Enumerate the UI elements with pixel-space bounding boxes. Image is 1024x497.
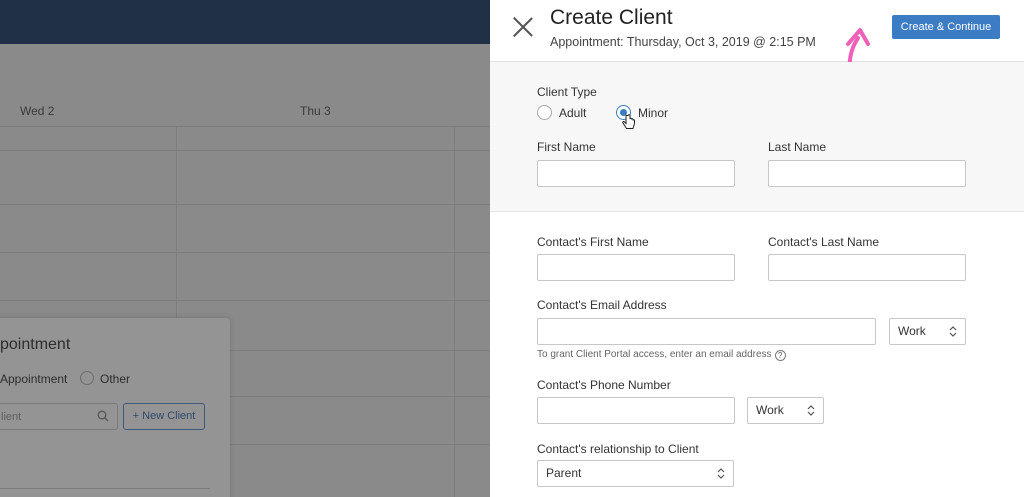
relationship-value: Parent (546, 466, 582, 480)
client-search-placeholder: lient (1, 411, 22, 423)
contact-first-name-field[interactable] (537, 254, 735, 281)
contact-phone-label: Contact's Phone Number (537, 378, 671, 392)
new-appointment-popup: pointment Appointment Other lient + New … (0, 318, 230, 497)
email-help-message: To grant Client Portal access, enter an … (537, 349, 772, 360)
contact-email-field[interactable] (537, 318, 876, 345)
create-continue-button[interactable]: Create & Continue (892, 15, 1000, 39)
client-type-label: Client Type (537, 85, 597, 99)
close-icon[interactable] (512, 16, 534, 38)
drawer-header: Create Client Appointment: Thursday, Oct… (490, 0, 1024, 96)
relationship-label: Contact's relationship to Client (537, 442, 699, 456)
chevron-updown-icon (807, 405, 815, 416)
chevron-updown-icon (717, 468, 725, 479)
client-search-input[interactable]: lient (0, 403, 118, 430)
relationship-select[interactable]: Parent (537, 460, 734, 487)
popup-title: pointment (0, 336, 71, 353)
drawer-title: Create Client (550, 6, 673, 29)
help-circle-icon[interactable]: ? (774, 350, 786, 361)
radio-adult[interactable] (537, 105, 552, 120)
contact-last-name-label: Contact's Last Name (768, 235, 880, 249)
first-name-label: First Name (537, 140, 596, 154)
last-name-label: Last Name (768, 140, 827, 154)
email-type-value: Work (898, 324, 926, 338)
grid-line (454, 126, 455, 497)
contact-first-name-label: Contact's First Name (537, 235, 649, 249)
email-help-text: To grant Client Portal access, enter an … (537, 349, 786, 361)
email-type-select[interactable]: Work (889, 318, 966, 345)
phone-type-select[interactable]: Work (747, 397, 824, 424)
popup-radio-other[interactable] (80, 371, 94, 385)
grid-line (0, 126, 490, 127)
popup-divider (0, 488, 210, 497)
contact-phone-field[interactable] (537, 397, 735, 424)
hand-cursor-icon (622, 114, 635, 129)
contact-email-label: Contact's Email Address (537, 298, 667, 312)
radio-minor-label[interactable]: Minor (638, 106, 668, 120)
first-name-field[interactable] (537, 160, 735, 187)
contact-last-name-field[interactable] (768, 254, 966, 281)
new-client-button[interactable]: + New Client (123, 403, 205, 430)
phone-type-value: Work (756, 403, 784, 417)
day-header-thu: Thu 3 (300, 104, 331, 118)
calendar-background: Wed 2 Thu 3 pointment Appointment Other … (0, 0, 490, 497)
grid-line (0, 252, 490, 253)
grid-line (0, 204, 490, 205)
radio-adult-label[interactable]: Adult (559, 106, 586, 120)
day-header-wed: Wed 2 (20, 104, 55, 118)
appointment-subtitle: Appointment: Thursday, Oct 3, 2019 @ 2:1… (550, 35, 816, 49)
grid-line (0, 150, 490, 151)
grid-line (0, 300, 490, 301)
app-top-bar (0, 0, 490, 44)
create-client-drawer: Create Client Appointment: Thursday, Oct… (490, 0, 1024, 497)
chevron-updown-icon (949, 326, 957, 337)
last-name-field[interactable] (768, 160, 966, 187)
popup-option-other[interactable]: Other (100, 372, 130, 386)
search-icon (97, 410, 109, 422)
popup-option-appointment[interactable]: Appointment (0, 372, 67, 386)
